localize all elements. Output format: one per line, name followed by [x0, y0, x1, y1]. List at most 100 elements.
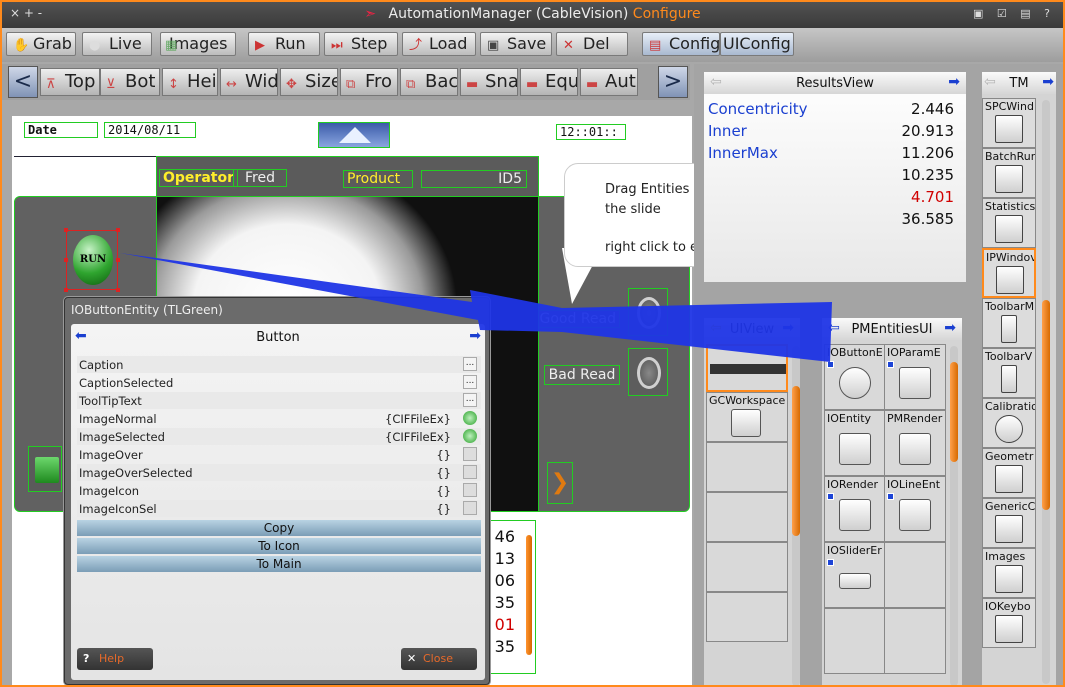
- empty-image-icon[interactable]: [463, 501, 477, 515]
- tm-item-calibration[interactable]: Calibratio: [982, 398, 1036, 448]
- entity-ioparam[interactable]: IOParamE: [884, 344, 946, 410]
- tm-item-geometry[interactable]: Geometr: [982, 448, 1036, 498]
- results-number-list[interactable]: 46 13 06 35 01 35: [482, 520, 536, 674]
- property-row[interactable]: ImageSelected {CIFFileEx}: [77, 428, 481, 445]
- to-main-button[interactable]: To Main: [77, 556, 481, 572]
- pmentities-scrollbar[interactable]: [950, 362, 958, 462]
- green-gem-icon[interactable]: [463, 429, 477, 443]
- arrow-right-icon[interactable]: ➡: [944, 320, 956, 336]
- arrow-right-icon[interactable]: ➡: [948, 74, 960, 90]
- live-icon: ●: [89, 38, 101, 53]
- entity-iolineent[interactable]: IOLineEnt: [884, 476, 946, 542]
- resize-handle[interactable]: [116, 288, 120, 292]
- entity-pmrender[interactable]: PMRender: [884, 410, 946, 476]
- tm-scrollbar[interactable]: [1042, 300, 1050, 510]
- tm-item-images[interactable]: Images: [982, 548, 1036, 598]
- property-row[interactable]: ImageIcon{}: [77, 482, 481, 499]
- save-button[interactable]: ▣ Save: [480, 32, 552, 56]
- auto-button[interactable]: ▬ Aut: [580, 68, 638, 96]
- height-button[interactable]: ↕ Hei: [162, 68, 218, 96]
- property-row[interactable]: CaptionSelected...: [77, 374, 481, 391]
- auto-icon: ▬: [586, 77, 599, 92]
- run-button[interactable]: ▶ Run: [248, 32, 320, 56]
- product-label: Product: [343, 170, 413, 188]
- entity-ioentity[interactable]: IOEntity: [824, 410, 886, 476]
- tm-item-iokeyboard[interactable]: IOKeybo: [982, 598, 1036, 648]
- folder-button[interactable]: [28, 446, 62, 492]
- tm-item-genericcamera[interactable]: GenericC: [982, 498, 1036, 548]
- pmentities-scrollbar-track[interactable]: [950, 346, 958, 685]
- tm-scrollbar-track[interactable]: [1042, 100, 1050, 684]
- help-button[interactable]: ? Help: [77, 648, 153, 670]
- property-row[interactable]: ImageNormal {CIFFileEx}: [77, 410, 481, 427]
- load-button[interactable]: ⤴ Load: [402, 32, 476, 56]
- delete-button[interactable]: ✕ Del: [556, 32, 628, 56]
- arrow-right-icon[interactable]: ➡: [1042, 74, 1054, 90]
- uiview-scrollbar[interactable]: [792, 386, 800, 536]
- uiview-scrollbar-track[interactable]: [792, 346, 800, 685]
- operator-value[interactable]: Fred: [233, 169, 287, 187]
- tm-item-toolbarm[interactable]: ToolbarM: [982, 298, 1036, 348]
- step-button[interactable]: ⏭ Step: [324, 32, 398, 56]
- tm-item-spcwindow[interactable]: SPCWind: [982, 98, 1036, 148]
- config-icon: ▤: [649, 38, 662, 53]
- live-button[interactable]: ● Live: [82, 32, 152, 56]
- property-row[interactable]: Caption...: [77, 356, 481, 373]
- empty-image-icon[interactable]: [463, 483, 477, 497]
- tm-item-toolbarv[interactable]: ToolbarV: [982, 348, 1036, 398]
- entity-property-dialog[interactable]: IOButtonEntity (TLGreen) ⬅ Button ➡ Capt…: [64, 297, 490, 685]
- align-bottom-button[interactable]: ⊻ Bot: [100, 68, 160, 96]
- resize-handle[interactable]: [64, 228, 68, 232]
- next-button[interactable]: ❯: [547, 462, 573, 504]
- pmentities-panel: ⇦ PMEntitiesUI ➡ IOButtonE IOParamE IOEn…: [822, 318, 962, 685]
- run-entity-button[interactable]: RUN: [73, 235, 113, 285]
- tm-item-batchrun[interactable]: BatchRun: [982, 148, 1036, 198]
- chevron-left-icon: <: [13, 69, 33, 94]
- window-controls-right[interactable]: ▣ ☑ ▤ ?: [973, 7, 1055, 20]
- align-top-button[interactable]: ⊼ Top: [40, 68, 100, 96]
- tm-item-ipwindow[interactable]: IPWindov: [982, 248, 1036, 298]
- entity-ioslider[interactable]: IOSliderEr: [824, 542, 886, 608]
- property-row[interactable]: ImageIconSel{}: [77, 500, 481, 517]
- grab-button[interactable]: ✋ Grab: [6, 32, 76, 56]
- uiview-item-gcworkspace[interactable]: GCWorkspace: [706, 392, 788, 442]
- property-row[interactable]: ImageOver{}: [77, 446, 481, 463]
- copy-button[interactable]: Copy: [77, 520, 481, 536]
- snap-button[interactable]: ▬ Sna: [460, 68, 518, 96]
- empty-image-icon[interactable]: [463, 465, 477, 479]
- width-button[interactable]: ↔ Wid: [220, 68, 278, 96]
- front-button[interactable]: ⧉ Fro: [340, 68, 398, 96]
- back-button[interactable]: ⧉ Bac: [400, 68, 458, 96]
- result-row: InnerMax 11.206: [708, 144, 954, 162]
- toolbar-scroll-right[interactable]: >: [658, 66, 688, 98]
- equal-button[interactable]: ▬ Equ: [520, 68, 578, 96]
- property-row[interactable]: ToolTipText...: [77, 392, 481, 409]
- ellipsis-icon[interactable]: ...: [463, 393, 477, 407]
- ellipsis-icon[interactable]: ...: [463, 357, 477, 371]
- property-row[interactable]: ImageOverSelected{}: [77, 464, 481, 481]
- ellipsis-icon[interactable]: ...: [463, 375, 477, 389]
- resize-handle[interactable]: [116, 258, 120, 262]
- uiview-item-slide[interactable]: [706, 344, 788, 392]
- list-scrollbar[interactable]: [526, 535, 532, 655]
- entity-iorender[interactable]: IORender: [824, 476, 886, 542]
- toolbar-scroll-left[interactable]: <: [8, 66, 38, 98]
- tm-item-statistics[interactable]: Statistics: [982, 198, 1036, 248]
- to-icon-button[interactable]: To Icon: [77, 538, 481, 554]
- green-gem-icon[interactable]: [463, 411, 477, 425]
- uiconfig-button[interactable]: UIConfig: [720, 32, 794, 56]
- size-button[interactable]: ✥Size: [280, 68, 338, 96]
- geometry-icon: [995, 465, 1023, 493]
- uiview-item-empty: [706, 542, 788, 592]
- entity-iobutton[interactable]: IOButtonE: [824, 344, 886, 410]
- arrow-right-icon[interactable]: ➡: [782, 320, 794, 336]
- close-button[interactable]: ✕ Close: [401, 648, 477, 670]
- arrow-right-icon[interactable]: ➡: [469, 328, 481, 344]
- images-button[interactable]: ▦ Images: [160, 32, 236, 56]
- resize-handle[interactable]: [64, 258, 68, 262]
- resize-handle[interactable]: [116, 228, 120, 232]
- empty-image-icon[interactable]: [463, 447, 477, 461]
- product-value[interactable]: ID5: [421, 170, 527, 188]
- config-button[interactable]: ▤ Config: [642, 32, 720, 56]
- resize-handle[interactable]: [64, 288, 68, 292]
